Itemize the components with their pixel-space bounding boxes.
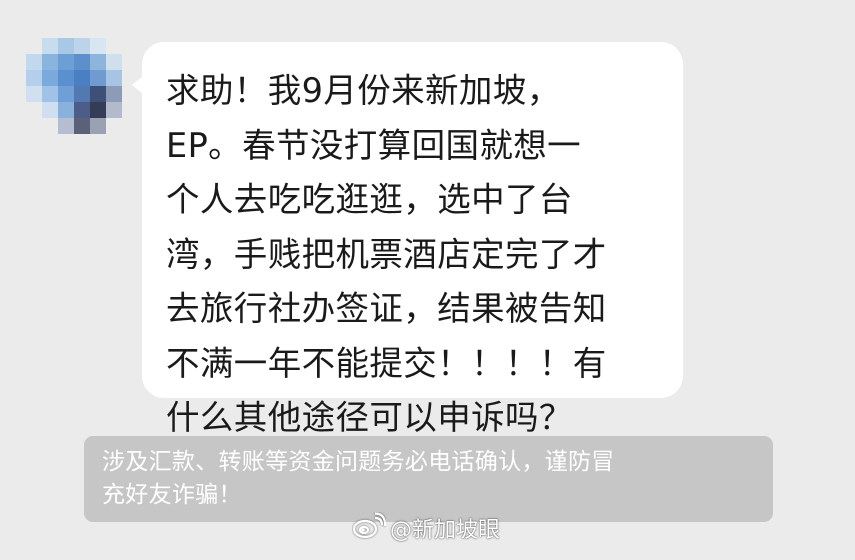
- weibo-logo-icon: [352, 512, 387, 544]
- notice-line: 涉及汇款、转账等资金问题务必电话确认，谨防冒: [102, 449, 615, 475]
- notice-line: 充好友诈骗！: [102, 482, 242, 508]
- sender-avatar[interactable]: [26, 38, 122, 134]
- weibo-watermark: @新加坡眼: [352, 512, 500, 544]
- message-line: 不满一年不能提交！！！！有: [166, 343, 607, 383]
- message-line: 个人去吃吃逛逛，选中了台: [166, 180, 573, 219]
- fraud-warning-notice: 涉及汇款、转账等资金问题务必电话确认，谨防冒 充好友诈骗！: [84, 436, 773, 522]
- message-bubble[interactable]: 求助！我9月份来新加坡， EP。春节没打算回国就想一 个人去吃吃逛逛，选中了台 …: [132, 42, 683, 437]
- message-line: 湾，手贱把机票酒店定完了才: [166, 234, 607, 274]
- message-line: 求助！我9月份来新加坡，: [166, 71, 561, 110]
- message-line: 去旅行社办签证，结果被告知: [166, 289, 607, 328]
- watermark-text: @新加坡眼: [390, 518, 501, 543]
- bubble-tail: [132, 76, 143, 94]
- message-line: EP。春节没打算回国就想一: [166, 125, 582, 165]
